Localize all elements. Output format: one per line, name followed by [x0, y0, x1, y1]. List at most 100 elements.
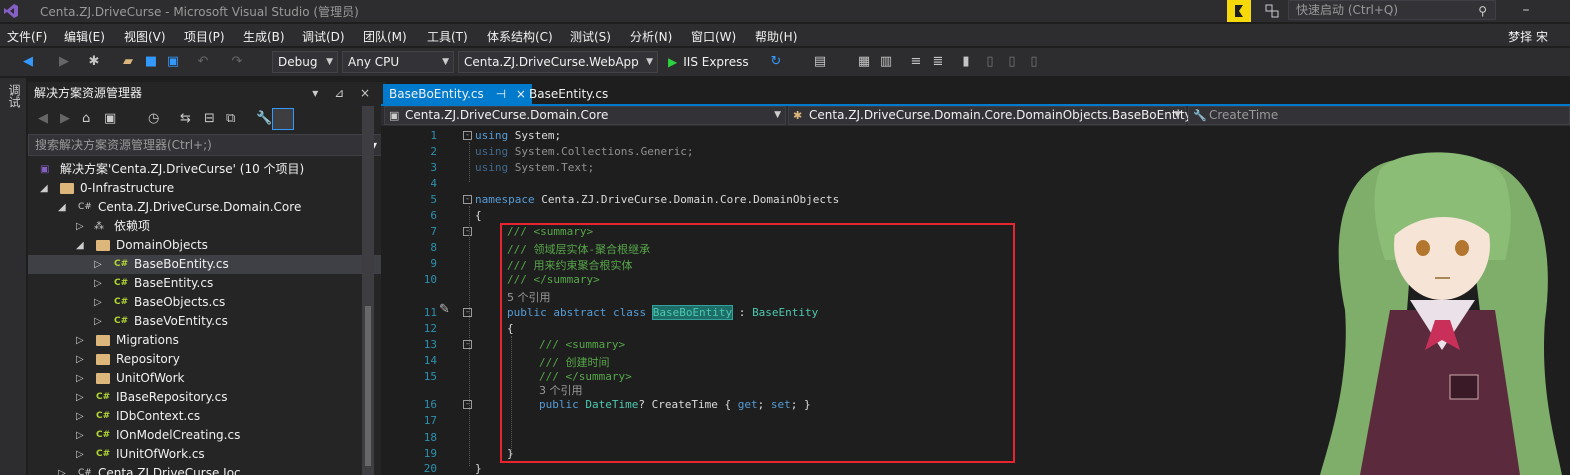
menu-test[interactable]: 测试(S)	[570, 28, 611, 45]
menu-tools[interactable]: 工具(T)	[427, 28, 468, 45]
solution-configuration-select[interactable]: Debug ▼	[272, 51, 338, 73]
menu-debug[interactable]: 调试(D)	[302, 28, 345, 45]
collapsed-arrow-icon[interactable]: ▷	[76, 445, 84, 464]
pin-icon[interactable]: ⊣	[496, 87, 506, 101]
undo-icon[interactable]: ↶	[195, 54, 211, 70]
tree-item-repository[interactable]: ▷ Repository	[28, 350, 386, 369]
notification-flag-icon[interactable]	[1227, 0, 1251, 22]
forward-icon[interactable]: ▶	[60, 111, 70, 126]
tree-item-infrastructure[interactable]: ◢ 0-Infrastructure	[28, 179, 386, 198]
collapsed-arrow-icon[interactable]: ▷	[76, 331, 84, 350]
step-icon[interactable]: ▦	[856, 54, 872, 70]
preview-selected-items-icon[interactable]	[272, 108, 294, 130]
show-all-files-icon[interactable]: ⧉	[226, 111, 235, 126]
feedback-icon[interactable]	[1263, 2, 1281, 20]
tree-item-iunitofwork[interactable]: ▷ C# IUnitOfWork.cs	[28, 445, 386, 464]
debug-strip-label[interactable]: 调试	[6, 84, 23, 108]
menu-team[interactable]: 团队(M)	[363, 28, 407, 45]
startup-project-select[interactable]: Centa.ZJ.DriveCurse.WebApp ▼	[458, 51, 658, 73]
tree-item-unitofwork[interactable]: ▷ UnitOfWork	[28, 369, 386, 388]
forward-icon[interactable]: ▶	[56, 54, 72, 70]
refresh-icon[interactable]: ↻	[768, 54, 784, 70]
save-all-icon[interactable]: ▣	[165, 54, 181, 70]
pane-controls[interactable]: ▾ ⊿ ×	[312, 82, 376, 104]
tree-item-basevoentity[interactable]: ▷ C# BaseVoEntity.cs	[28, 312, 386, 331]
collapse-icon[interactable]: -	[463, 400, 472, 409]
type-dropdown[interactable]: ✱ Centa.ZJ.DriveCurse.Domain.Core.Domain…	[788, 106, 1192, 125]
collapsed-arrow-icon[interactable]: ▷	[76, 217, 84, 236]
tree-item-baseobjects[interactable]: ▷ C# BaseObjects.cs	[28, 293, 386, 312]
expanded-arrow-icon[interactable]: ◢	[76, 236, 84, 255]
menu-edit[interactable]: 编辑(E)	[64, 28, 105, 45]
collapsed-arrow-icon[interactable]: ▷	[76, 426, 84, 445]
collapsed-arrow-icon[interactable]: ▷	[94, 293, 102, 312]
next-bookmark-icon[interactable]: ▯	[1004, 54, 1020, 70]
tree-item-domainobjects[interactable]: ◢ DomainObjects	[28, 236, 386, 255]
tree-item-domain-core-project[interactable]: ◢ C# Centa.ZJ.DriveCurse.Domain.Core	[28, 198, 386, 217]
menu-file[interactable]: 文件(F)	[7, 28, 47, 45]
tree-item-solution[interactable]: ▣ 解决方案'Centa.ZJ.DriveCurse' (10 个项目)	[28, 160, 386, 179]
back-icon[interactable]: ◀	[38, 111, 48, 126]
collapsed-arrow-icon[interactable]: ▷	[94, 255, 102, 274]
save-icon[interactable]: ■	[143, 54, 159, 70]
solution-explorer-search-input[interactable]: 搜索解决方案资源管理器(Ctrl+;) ⚲▾	[28, 134, 386, 156]
back-icon[interactable]: ◀	[20, 54, 36, 70]
tab-baseboentity[interactable]: BaseBoEntity.cs ⊣ ×	[383, 84, 532, 104]
outdent-icon[interactable]: ≣	[930, 54, 946, 70]
new-project-icon[interactable]: ✱	[86, 54, 102, 70]
tree-item-idbcontext[interactable]: ▷ C# IDbContext.cs	[28, 407, 386, 426]
collapsed-arrow-icon[interactable]: ▷	[76, 369, 84, 388]
menu-architecture[interactable]: 体系结构(C)	[487, 28, 553, 45]
collapsed-arrow-icon[interactable]: ▷	[94, 312, 102, 331]
browser-link-icon[interactable]: ▤	[812, 54, 828, 70]
quick-launch-input[interactable]: 快速启动 (Ctrl+Q) ⚲	[1288, 0, 1496, 20]
menu-build[interactable]: 生成(B)	[243, 28, 285, 45]
pending-changes-filter-icon[interactable]: ◷	[148, 111, 159, 126]
home-icon[interactable]: ⌂	[82, 111, 90, 126]
tree-item-migrations[interactable]: ▷ Migrations	[28, 331, 386, 350]
tree-item-dependencies[interactable]: ▷ ⁂ 依赖项	[28, 217, 386, 236]
properties-wrench-icon[interactable]: 🔧	[256, 111, 272, 126]
collapsed-arrow-icon[interactable]: ▷	[58, 464, 66, 475]
tree-item-ibaserepository[interactable]: ▷ C# IBaseRepository.cs	[28, 388, 386, 407]
menu-help[interactable]: 帮助(H)	[755, 28, 797, 45]
member-dropdown[interactable]: 🔧 CreateTime	[1188, 106, 1570, 125]
menu-analyze[interactable]: 分析(N)	[630, 28, 672, 45]
collapse-icon[interactable]: -	[463, 340, 472, 349]
collapse-all-icon[interactable]: ⊟	[204, 111, 215, 126]
solution-explorer-scrollbar[interactable]	[362, 106, 374, 475]
quick-actions-icon[interactable]: ✎	[439, 302, 450, 317]
tree-item-baseentity[interactable]: ▷ C# BaseEntity.cs	[28, 274, 386, 293]
layout-icon[interactable]: ▥	[878, 54, 894, 70]
start-debugging-button[interactable]: ▶ IIS Express	[668, 51, 749, 73]
prev-bookmark-icon[interactable]: ▯	[982, 54, 998, 70]
clear-bookmarks-icon[interactable]: ▯	[1026, 54, 1042, 70]
menu-view[interactable]: 视图(V)	[124, 28, 166, 45]
open-file-icon[interactable]: ▰	[120, 54, 136, 70]
user-name[interactable]: 梦择 宋	[1508, 28, 1548, 45]
tree-item-ionmodelcreating[interactable]: ▷ C# IOnModelCreating.cs	[28, 426, 386, 445]
collapse-icon[interactable]: -	[463, 195, 472, 204]
collapsed-arrow-icon[interactable]: ▷	[76, 350, 84, 369]
menu-project[interactable]: 项目(P)	[184, 28, 225, 45]
expanded-arrow-icon[interactable]: ◢	[40, 179, 48, 198]
tab-baseentity[interactable]: BaseEntity.cs	[523, 84, 614, 104]
collapsed-arrow-icon[interactable]: ▷	[76, 407, 84, 426]
tree-item-baseboentity[interactable]: ▷ C# BaseBoEntity.cs	[28, 255, 386, 274]
collapsed-arrow-icon[interactable]: ▷	[76, 388, 84, 407]
scrollbar-thumb[interactable]	[365, 306, 371, 466]
indent-icon[interactable]: ≡	[908, 54, 924, 70]
collapsed-arrow-icon[interactable]: ▷	[94, 274, 102, 293]
expanded-arrow-icon[interactable]: ◢	[58, 198, 66, 217]
collapse-icon[interactable]: -	[463, 131, 472, 140]
minimize-button[interactable]: –	[1512, 0, 1540, 22]
menu-window[interactable]: 窗口(W)	[691, 28, 736, 45]
collapse-icon[interactable]: -	[463, 308, 472, 317]
solution-platform-select[interactable]: Any CPU ▼	[342, 51, 454, 73]
collapse-icon[interactable]: -	[463, 227, 472, 236]
sync-icon[interactable]: ⇆	[180, 111, 191, 126]
tree-item-ioc-project[interactable]: ▷ C# Centa.ZJ.DriveCurse.Ioc	[28, 464, 386, 475]
project-dropdown[interactable]: ▣ Centa.ZJ.DriveCurse.Domain.Core ▼	[384, 106, 786, 125]
switch-views-icon[interactable]: ▣	[104, 111, 116, 126]
bookmark-icon[interactable]: ▮	[958, 54, 974, 70]
